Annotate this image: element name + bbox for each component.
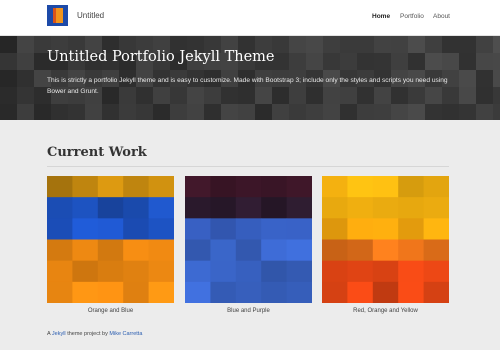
hero-title: Untitled Portfolio Jekyll Theme xyxy=(47,49,275,65)
portfolio-caption-2: Blue and Purple xyxy=(227,308,270,314)
portfolio-caption-1: Orange and Blue xyxy=(87,308,134,314)
navbar: Untitled Home Portfolio About xyxy=(0,0,500,36)
nav-portfolio[interactable]: Portfolio xyxy=(400,13,424,20)
hero-banner: Untitled Portfolio Jekyll Theme This is … xyxy=(0,36,500,120)
logo-icon[interactable] xyxy=(47,5,68,26)
footer-middle: theme project by xyxy=(65,331,110,337)
hero-description: This is strictly a portfolio Jekyll them… xyxy=(47,77,448,95)
portfolio-thumbnail-2[interactable] xyxy=(185,176,312,303)
nav-home[interactable]: Home xyxy=(372,13,390,20)
brand-name[interactable]: Untitled xyxy=(77,11,104,20)
footer-jekyll-link[interactable]: Jekyll xyxy=(52,331,66,337)
footer-author-link[interactable]: Mike Carretta xyxy=(109,331,142,337)
footer: A Jekyll theme project by Mike Carretta xyxy=(47,331,142,337)
portfolio-thumbnail-1[interactable] xyxy=(47,176,174,303)
portfolio-thumbnail-3[interactable] xyxy=(322,176,449,303)
section-title: Current Work xyxy=(47,145,147,160)
divider xyxy=(47,166,449,167)
nav-about[interactable]: About xyxy=(433,13,450,20)
portfolio-caption-3: Red, Orange and Yellow xyxy=(353,308,418,314)
